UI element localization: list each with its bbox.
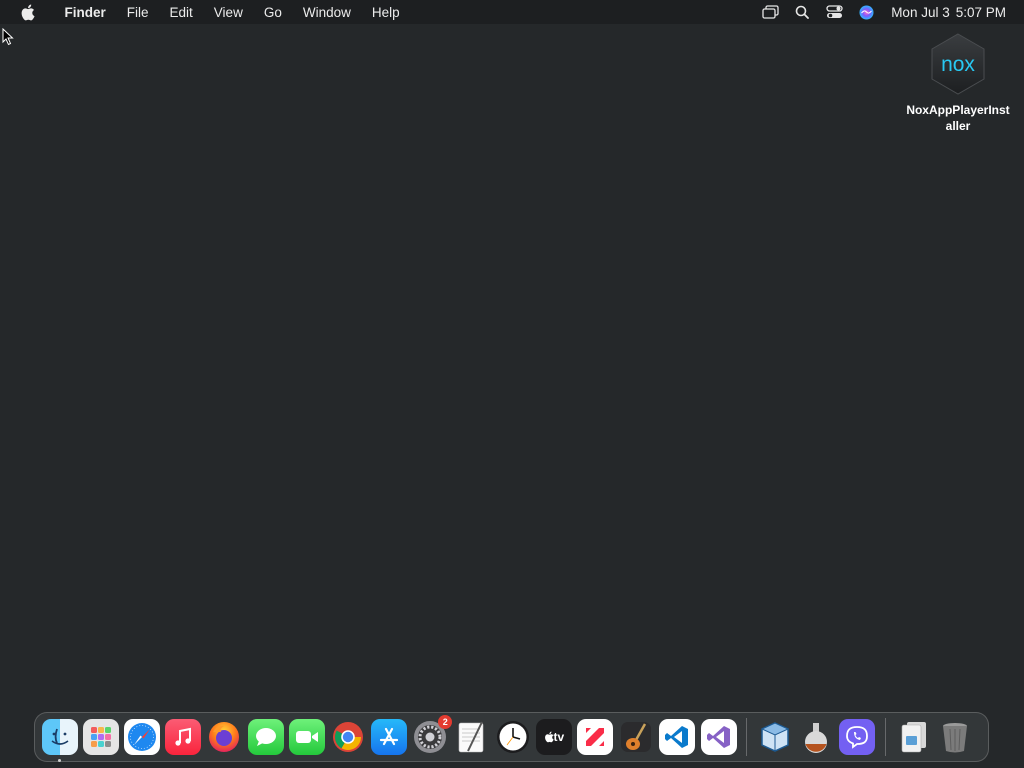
running-indicator xyxy=(58,759,62,762)
facetime-icon xyxy=(295,731,318,743)
vscode-icon xyxy=(665,726,689,748)
apple-logo-icon[interactable] xyxy=(18,3,36,21)
dock-safari[interactable] xyxy=(123,719,160,755)
menu-bar: Finder File Edit View Go Window Help Mon… xyxy=(0,0,1024,24)
dock-vscode[interactable] xyxy=(659,719,696,755)
news-icon xyxy=(586,728,605,746)
menu-edit[interactable]: Edit xyxy=(159,0,203,24)
dock-clock[interactable] xyxy=(495,719,531,755)
control-center-icon[interactable] xyxy=(825,4,843,20)
dock-downloads-stack[interactable] xyxy=(895,719,931,755)
launchpad-icon xyxy=(90,727,111,747)
siri-icon[interactable] xyxy=(857,4,875,20)
apple-tv-label: tv xyxy=(553,730,565,744)
messages-icon xyxy=(255,728,276,746)
dock-visual-studio[interactable] xyxy=(700,719,737,755)
dock-messages[interactable] xyxy=(247,719,284,755)
desktop-icon-nox-installer[interactable]: nox NoxAppPlayerInstaller xyxy=(900,32,1016,134)
potion-flask-icon xyxy=(804,723,827,753)
dock-viber[interactable] xyxy=(839,719,876,755)
menu-help[interactable]: Help xyxy=(361,0,410,24)
dock: 2 tv xyxy=(34,712,989,762)
dock-launchpad[interactable] xyxy=(82,719,119,755)
nox-app-icon: nox xyxy=(926,32,990,96)
garageband-icon xyxy=(621,722,652,752)
dock-separator xyxy=(884,718,886,756)
dock-separator xyxy=(746,718,748,756)
dock-firefox[interactable] xyxy=(206,719,242,755)
clock-time: 5:07 PM xyxy=(955,4,1006,20)
dock-potion[interactable] xyxy=(798,719,834,755)
menu-file[interactable]: File xyxy=(116,0,159,24)
dock-app-store[interactable] xyxy=(371,719,408,755)
dock-apple-tv[interactable]: tv xyxy=(535,719,572,755)
app-store-icon xyxy=(379,727,399,746)
menu-window[interactable]: Window xyxy=(292,0,361,24)
visual-studio-icon xyxy=(706,726,730,748)
dock-facetime[interactable] xyxy=(288,719,325,755)
menu-view[interactable]: View xyxy=(203,0,253,24)
desktop-icon-label: NoxAppPlayerInstaller xyxy=(906,103,1010,133)
mouse-pointer-icon xyxy=(2,27,14,46)
spotlight-search-icon[interactable] xyxy=(793,4,811,20)
viber-icon xyxy=(846,726,869,749)
dock-virtualbox[interactable] xyxy=(757,719,793,755)
clock-date: Mon Jul 3 xyxy=(891,4,950,20)
nox-logo-text: nox xyxy=(941,53,975,76)
dock-music[interactable] xyxy=(165,719,202,755)
screen-mirroring-icon[interactable] xyxy=(761,4,779,20)
trash-icon xyxy=(942,723,967,753)
downloads-stack-icon xyxy=(902,722,927,753)
dock-trash[interactable] xyxy=(937,719,973,755)
clock-icon xyxy=(496,721,529,753)
dock-textedit[interactable] xyxy=(453,719,489,755)
menu-finder[interactable]: Finder xyxy=(54,0,116,24)
firefox-icon xyxy=(209,722,240,752)
dock-system-preferences[interactable]: 2 xyxy=(412,715,453,755)
notification-badge: 2 xyxy=(438,715,453,729)
safari-icon xyxy=(127,723,156,751)
dock-news[interactable] xyxy=(577,719,614,755)
dock-chrome[interactable] xyxy=(330,719,366,755)
dock-finder[interactable] xyxy=(41,719,78,762)
music-icon xyxy=(175,727,192,746)
textedit-icon xyxy=(459,721,484,753)
chrome-icon xyxy=(332,722,363,752)
menubar-clock[interactable]: Mon Jul 3 5:07 PM xyxy=(891,5,1006,20)
dock-garageband[interactable] xyxy=(618,719,654,755)
virtualbox-icon xyxy=(760,722,789,752)
menu-go[interactable]: Go xyxy=(253,0,292,24)
apple-tv-icon xyxy=(544,731,554,743)
finder-icon xyxy=(51,728,69,745)
